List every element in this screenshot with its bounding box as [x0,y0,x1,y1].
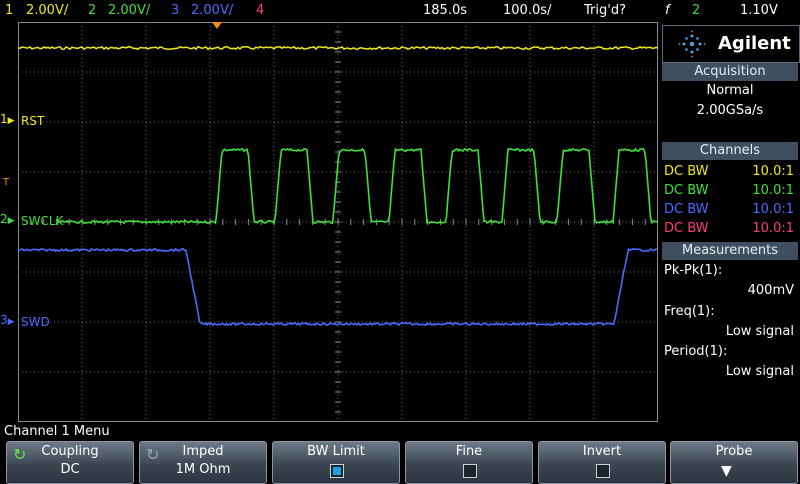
time-scale[interactable]: 100.0s/ [503,3,551,18]
ch4-number[interactable]: 4 [256,3,264,18]
softkey-fine-label: Fine [455,444,483,459]
softkey-imped[interactable]: ↻ Imped 1M Ohm [139,441,267,484]
ch2-trace [57,147,658,225]
ch4-probe-ratio: 10.0:1 [752,221,794,236]
agilent-logo-icon [678,30,706,58]
invert-checkbox[interactable] [596,464,610,478]
fine-checkbox[interactable] [463,464,477,478]
waveform-display[interactable]: RST SWCLK SWD [18,22,658,422]
ch2-number[interactable]: 2 [88,3,96,18]
ch2-marker-number: 2 [0,212,8,226]
softkey-probe[interactable]: Probe ▼ [670,441,798,484]
trigger-position-marker [212,22,222,29]
ch2-coupling: DC BW [664,183,709,198]
softkey-coupling[interactable]: ↻ Coupling DC [6,441,134,484]
measurement-value-pkpk: 400mV [747,283,794,298]
softkey-probe-label: Probe [715,444,753,459]
ch3-ground-marker[interactable]: 3▶ [0,313,15,327]
bw-limit-checkbox[interactable] [330,464,344,478]
trigger-slope-icon[interactable]: f [665,3,670,18]
channels-title: Channels [662,142,798,160]
softkey-fine[interactable]: Fine [405,441,533,484]
ch3-number[interactable]: 3 [171,3,179,18]
measurement-value-freq: Low signal [725,324,794,339]
ch3-scale[interactable]: 2.00V/ [191,3,233,18]
trigger-level[interactable]: 1.10V [740,3,778,18]
ch1-ground-marker[interactable]: 1▶ [0,112,15,126]
acquisition-mode: Normal [706,83,754,98]
ch1-coupling: DC BW [664,164,709,179]
softkey-coupling-value: DC [60,462,80,477]
measurement-label-period: Period(1): [664,344,728,359]
ch1-scale[interactable]: 2.00V/ [26,3,68,18]
time-delay[interactable]: 185.0s [423,3,467,18]
ch3-probe-ratio: 10.0:1 [752,202,794,217]
ch1-trace [18,45,658,51]
softkey-coupling-label: Coupling [41,444,99,459]
softkey-invert[interactable]: Invert [538,441,666,484]
waveform-svg: RST SWCLK SWD [18,22,658,422]
trigger-level-marker[interactable]: T [3,177,9,188]
measurements-title: Measurements [662,242,798,260]
softkey-imped-label: Imped [182,444,224,459]
ch2-ground-marker[interactable]: 2▶ [0,212,15,226]
brand-box: Agilent [662,25,800,63]
ch2-scale[interactable]: 2.00V/ [108,3,150,18]
menu-title-bar: Channel 1 Menu [0,422,800,440]
softkey-bw-limit[interactable]: BW Limit [272,441,400,484]
measurement-label-freq: Freq(1): [664,304,715,319]
measurement-label-pkpk: Pk-Pk(1): [664,263,723,278]
status-bar: 1 2.00V/ 2 2.00V/ 3 2.00V/ 4 185.0s 100.… [0,0,800,22]
submenu-arrow-down-icon: ▼ [721,463,732,479]
ch3-marker-number: 3 [0,313,8,327]
ch1-marker-number: 1 [0,112,8,126]
ch3-coupling: DC BW [664,202,709,217]
side-panel: Agilent Acquisition Normal 2.00GSa/s Cha… [660,22,800,422]
trigger-source[interactable]: 2 [692,3,700,18]
acquisition-title: Acquisition [662,63,798,81]
acquisition-rate: 2.00GSa/s [696,103,764,118]
menu-title: Channel 1 Menu [4,424,110,439]
ch1-probe-ratio: 10.0:1 [752,164,794,179]
brand-name: Agilent [718,33,791,54]
softkey-invert-label: Invert [582,444,622,459]
rst-label: RST [21,114,45,128]
softkey-bw-limit-label: BW Limit [307,444,365,459]
swclk-label: SWCLK [21,214,65,228]
measurement-value-period: Low signal [725,364,794,379]
ch2-probe-ratio: 10.0:1 [752,183,794,198]
ch1-number[interactable]: 1 [5,3,13,18]
ch4-coupling: DC BW [664,221,709,236]
swd-label: SWD [21,315,50,329]
softkey-imped-value: 1M Ohm [175,462,231,477]
trigger-status: Trig'd? [584,3,626,18]
